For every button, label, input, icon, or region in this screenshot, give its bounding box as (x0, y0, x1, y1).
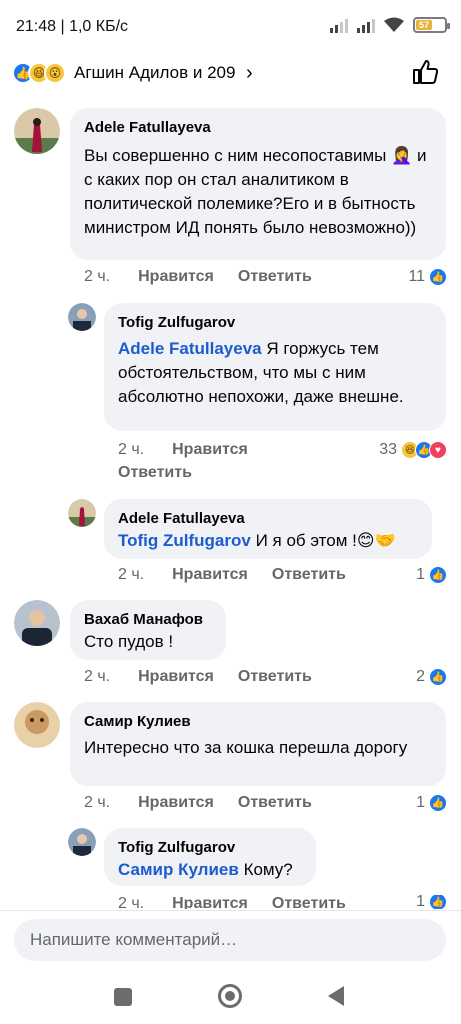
comment-time: 2 ч. (118, 566, 145, 583)
reply-button[interactable]: Ответить (238, 268, 312, 286)
comment-bubble[interactable]: Самир Кулиев Интересно что за кошка пере… (70, 702, 446, 786)
comment-actions: 2 ч. Нравится Ответить (84, 268, 312, 286)
reaction-count[interactable]: 11 👍 (408, 268, 447, 286)
reaction-count[interactable]: 1 👍 (416, 794, 447, 812)
mention-link[interactable]: Самир Кулиев (118, 860, 239, 879)
comment-time: 2 ч. (84, 268, 111, 285)
comment-text: Вы совершенно с ним несопоставимы 🤦‍♀️ и… (84, 146, 427, 237)
reaction-count[interactable]: 1 👍 (416, 895, 447, 909)
recent-apps-icon[interactable] (114, 988, 132, 1006)
reaction-count[interactable]: 2 👍 (416, 668, 447, 686)
avatar[interactable] (14, 108, 60, 154)
comment-actions: 2 ч. Нравится Ответить (118, 895, 346, 909)
reactors-summary[interactable]: Агшин Адилов и 209 (74, 63, 235, 83)
comment-time: 2 ч. (118, 441, 145, 458)
reactions-header[interactable]: 👍 😆 😮 Агшин Адилов и 209 › (0, 52, 461, 96)
reaction-count[interactable]: 33 😆 👍 ♥ (379, 441, 447, 459)
comment-bubble[interactable]: Adele Fatullayeva Вы совершенно с ним не… (70, 108, 446, 260)
comment-actions: 2 ч. Нравится Ответить (84, 668, 312, 686)
chevron-right-icon[interactable]: › (246, 62, 253, 85)
reply-button[interactable]: Ответить (272, 895, 346, 909)
mention-link[interactable]: Adele Fatullayeva (118, 339, 262, 358)
battery-icon: 57 (413, 17, 450, 33)
like-reaction-icon: 👍 (429, 566, 447, 584)
home-icon[interactable] (218, 984, 242, 1008)
like-reaction-icon: 👍 (429, 895, 447, 909)
comment-composer (0, 910, 461, 970)
comment-author[interactable]: Самир Кулиев (84, 712, 432, 732)
like-reaction-icon: 👍 (429, 794, 447, 812)
like-reaction-icon: 👍 (429, 268, 447, 286)
comment-time: 2 ч. (118, 895, 145, 909)
mention-link[interactable]: Tofig Zulfugarov (118, 531, 251, 550)
reply-button[interactable]: Ответить (238, 794, 312, 812)
avatar[interactable] (68, 828, 96, 856)
comment-author[interactable]: Adele Fatullayeva (84, 118, 432, 138)
comment-time: 2 ч. (84, 794, 111, 811)
comment-author[interactable]: Tofig Zulfugarov (118, 313, 432, 333)
like-button[interactable]: Нравится (172, 566, 248, 584)
comment-actions: 2 ч. Нравится (118, 441, 272, 459)
wow-reaction-icon: 😮 (44, 62, 66, 84)
status-time-speed: 21:48 | 1,0 КБ/с (16, 18, 129, 35)
comment-author[interactable]: Tofig Zulfugarov (118, 838, 302, 858)
like-button[interactable]: Нравится (138, 668, 214, 686)
comment-actions: 2 ч. Нравится Ответить (118, 566, 346, 584)
comment-text: Интересно что за кошка перешла дорогу (84, 738, 408, 757)
reaction-count[interactable]: 1 👍 (416, 566, 447, 584)
comment-author[interactable]: Вахаб Манафов (84, 610, 212, 630)
like-reaction-icon: 👍 (429, 668, 447, 686)
reply-button[interactable]: Ответить (238, 668, 312, 686)
comment-bubble[interactable]: Adele Fatullayeva Tofig Zulfugarov И я о… (104, 499, 432, 559)
comment-actions: 2 ч. Нравится Ответить (84, 794, 312, 812)
wifi-icon (384, 17, 404, 32)
reply-button[interactable]: Ответить (118, 464, 192, 482)
signal-icon (330, 17, 348, 33)
comment-bubble[interactable]: Tofig Zulfugarov Самир Кулиев Кому? (104, 828, 316, 886)
comment-text: И я об этом !😊🤝 (250, 531, 396, 550)
like-button[interactable]: Нравится (172, 441, 248, 459)
comment-bubble[interactable]: Вахаб Манафов Сто пудов ! (70, 600, 226, 660)
comment-input[interactable] (14, 919, 446, 961)
navigation-bar (0, 970, 461, 1024)
comment-bubble[interactable]: Tofig Zulfugarov Adele Fatullayeva Я гор… (104, 303, 446, 431)
avatar[interactable] (14, 702, 60, 748)
battery-level: 57 (416, 20, 432, 30)
signal-icon-2 (357, 17, 375, 33)
avatar[interactable] (68, 303, 96, 331)
like-button[interactable]: Нравится (138, 268, 214, 286)
reply-button[interactable]: Ответить (272, 566, 346, 584)
like-button[interactable]: Нравится (172, 895, 248, 909)
avatar[interactable] (14, 600, 60, 646)
back-icon[interactable] (328, 986, 344, 1006)
like-button[interactable]: Нравится (138, 794, 214, 812)
love-reaction-icon: ♥ (429, 441, 447, 459)
comment-author[interactable]: Adele Fatullayeva (118, 509, 418, 529)
status-bar: 21:48 | 1,0 КБ/с 57 (0, 0, 461, 52)
comment-text: Сто пудов ! (84, 632, 174, 651)
avatar[interactable] (68, 499, 96, 527)
comment-time: 2 ч. (84, 668, 111, 685)
thumbs-up-icon[interactable] (411, 58, 439, 86)
comment-text: Кому? (238, 860, 293, 879)
